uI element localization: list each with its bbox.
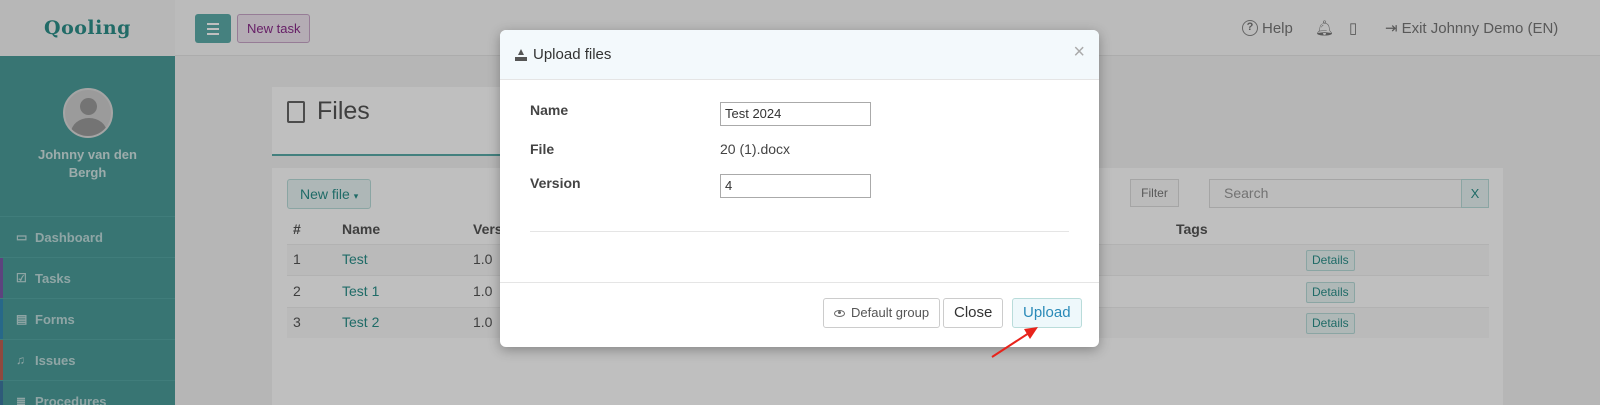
version-label: Version xyxy=(530,175,581,191)
upload-icon xyxy=(515,48,527,61)
eye-icon xyxy=(834,309,845,317)
name-label: Name xyxy=(530,102,569,118)
close-button[interactable]: Close xyxy=(943,298,1004,328)
default-group-label: Default group xyxy=(851,305,930,320)
modal-header: Upload files × xyxy=(500,30,1099,80)
version-field[interactable]: 4 xyxy=(720,174,871,198)
close-icon[interactable]: × xyxy=(1073,42,1085,62)
divider xyxy=(530,231,1069,232)
modal-title-text: Upload files xyxy=(533,46,612,63)
upload-button[interactable]: Upload xyxy=(1012,298,1082,328)
modal-footer: Default group Close Upload xyxy=(500,282,1099,347)
default-group-button[interactable]: Default group xyxy=(823,298,941,328)
file-label: File xyxy=(530,141,555,157)
upload-files-modal: Upload files × Name Test 2024 File 20 (1… xyxy=(500,30,1099,347)
file-name-value: 20 (1).docx xyxy=(720,141,791,157)
name-field[interactable]: Test 2024 xyxy=(720,102,871,126)
modal-title: Upload files xyxy=(515,46,611,63)
